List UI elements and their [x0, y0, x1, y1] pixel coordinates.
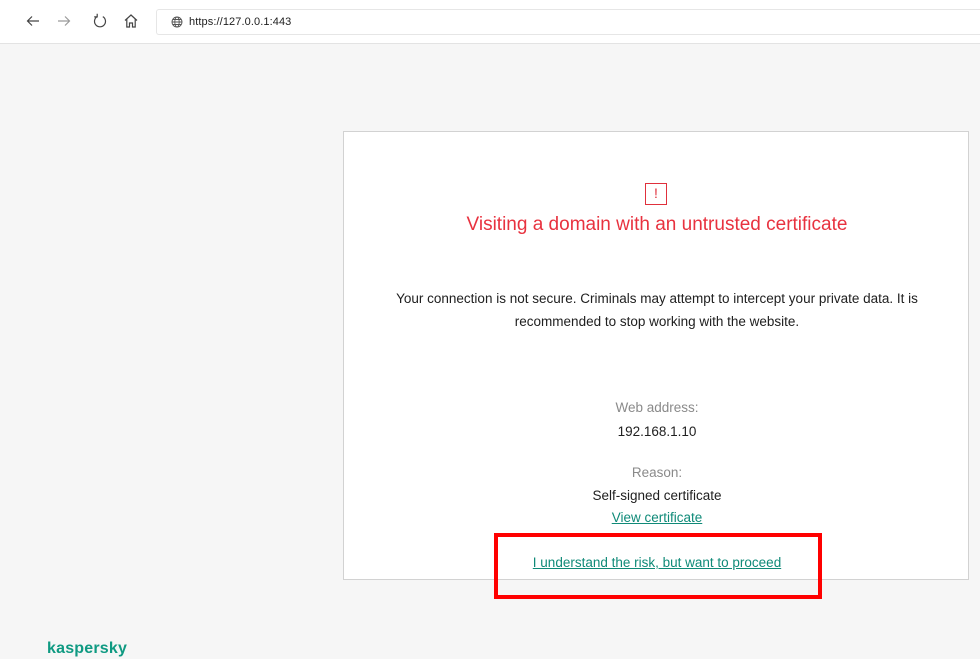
warning-card: ! Visiting a domain with an untrusted ce… [343, 131, 969, 580]
web-address-value: 192.168.1.10 [617, 424, 697, 439]
home-icon[interactable] [120, 10, 142, 32]
view-certificate-link[interactable]: View certificate [344, 509, 970, 527]
warning-icon: ! [645, 183, 667, 205]
proceed-link[interactable]: I understand the risk, but want to proce… [344, 554, 970, 572]
refresh-icon[interactable] [89, 10, 111, 32]
reason-value: Self-signed certificate [592, 488, 722, 503]
warning-title: Visiting a domain with an untrusted cert… [466, 214, 848, 235]
warning-message: Your connection is not secure. Criminals… [396, 291, 918, 329]
globe-icon [171, 16, 183, 28]
reason-label: Reason: [631, 465, 683, 480]
kaspersky-logo: kaspersky [47, 640, 128, 657]
browser-toolbar: https://127.0.0.1:443 [0, 0, 980, 44]
web-address-label: Web address: [615, 400, 699, 415]
address-bar[interactable]: https://127.0.0.1:443 [156, 9, 980, 35]
url-text[interactable]: https://127.0.0.1:443 [189, 16, 291, 28]
back-arrow-icon[interactable] [22, 10, 44, 32]
forward-arrow-icon[interactable] [53, 10, 75, 32]
